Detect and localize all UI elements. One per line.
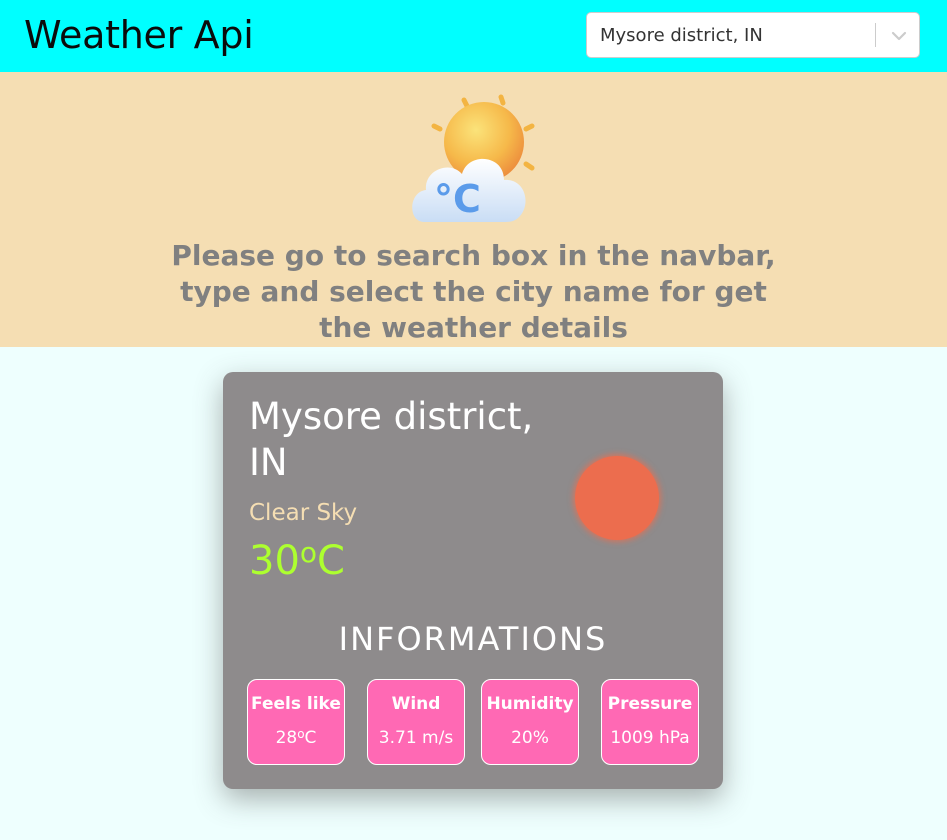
temperature: 30oC — [249, 536, 345, 584]
tile-value: 20% — [511, 728, 549, 748]
tile-value: 3.71 m/s — [378, 728, 454, 748]
tile-value: 1009 hPa — [610, 728, 690, 748]
feels-like-value: 28 — [275, 728, 298, 748]
intro-banner: °C Please go to search box in the navbar… — [0, 72, 947, 347]
humidity-tile: Humidity 20% — [481, 679, 579, 765]
pressure-tile: Pressure 1009 hPa — [601, 679, 699, 765]
city-name-line2: IN — [249, 441, 288, 484]
city-search-value[interactable]: Mysore district, IN — [600, 25, 763, 47]
sun-icon — [575, 456, 659, 540]
temperature-unit: C — [317, 538, 345, 584]
app-title: Weather Api — [24, 13, 254, 57]
navbar: Weather Api Mysore district, IN — [0, 0, 947, 72]
feels-like-unit: C — [304, 728, 317, 748]
city-name-line1: Mysore district, — [249, 395, 534, 438]
tile-label: Humidity — [486, 694, 574, 714]
wind-tile: Wind 3.71 m/s — [367, 679, 465, 765]
weather-card: Mysore district, IN Clear Sky 30oC INFOR… — [223, 372, 723, 789]
degree-symbol: o — [297, 727, 305, 741]
feels-like-tile: Feels like 28oC — [247, 679, 345, 765]
svg-text:°C: °C — [434, 177, 481, 221]
chevron-down-icon[interactable] — [889, 27, 909, 45]
tile-value: 28oC — [248, 727, 344, 748]
instructions-text: Please go to search box in the navbar, t… — [171, 239, 776, 344]
weather-description: Clear Sky — [249, 500, 358, 526]
degree-symbol: o — [299, 536, 318, 569]
tile-label: Wind — [391, 694, 441, 714]
select-separator — [875, 23, 876, 47]
info-heading: INFORMATIONS — [338, 620, 608, 658]
temperature-value: 30 — [249, 538, 300, 584]
tile-label: Pressure — [607, 694, 693, 714]
sun-cloud-celsius-icon: °C — [412, 94, 535, 222]
tile-label: Feels like — [251, 694, 341, 714]
city-search-select[interactable]: Mysore district, IN — [586, 12, 920, 58]
city-name: Mysore district, IN — [249, 394, 549, 486]
